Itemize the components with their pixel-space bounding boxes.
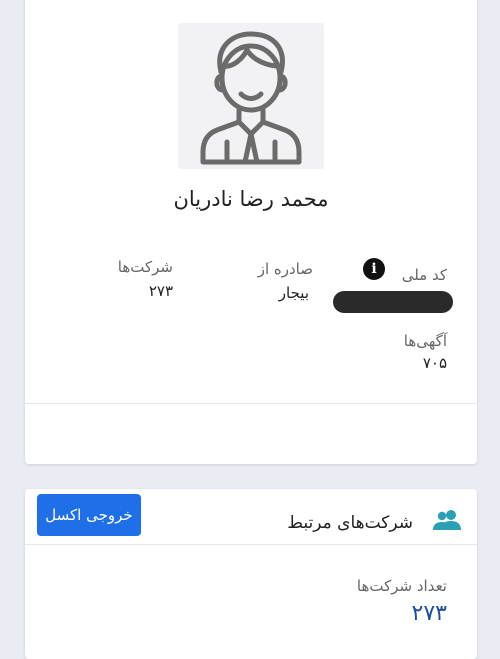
companies-count-label: تعداد شرکت‌ها: [356, 577, 447, 595]
companies-count-value: ۲۷۳: [411, 601, 447, 626]
profile-name: محمد رضا نادریان: [173, 187, 329, 211]
issued-from-label: صادره از: [257, 260, 313, 278]
avatar: [178, 23, 324, 169]
ads-label: آگهی‌ها: [403, 332, 447, 350]
companies-value: ۲۷۳: [148, 282, 173, 300]
info-icon[interactable]: i: [363, 258, 385, 280]
user-avatar-icon: [200, 31, 302, 165]
profile-card: محمد رضا نادریان کد ملی i صادره از بیجار…: [25, 0, 477, 464]
section-header-divider: [25, 544, 477, 545]
people-icon: [433, 510, 461, 530]
ads-value: ۷۰۵: [422, 354, 447, 372]
related-companies-title: شرکت‌های مرتبط: [287, 513, 413, 533]
national-code-redacted: [333, 291, 453, 313]
companies-label: شرکت‌ها: [117, 258, 173, 276]
related-companies-card: شرکت‌های مرتبط خروجی اکسل تعداد شرکت‌ها …: [25, 489, 477, 659]
national-code-label: کد ملی: [401, 266, 447, 284]
issued-from-value: بیجار: [278, 284, 309, 302]
card-divider: [25, 403, 477, 404]
export-excel-button[interactable]: خروجی اکسل: [37, 494, 141, 536]
